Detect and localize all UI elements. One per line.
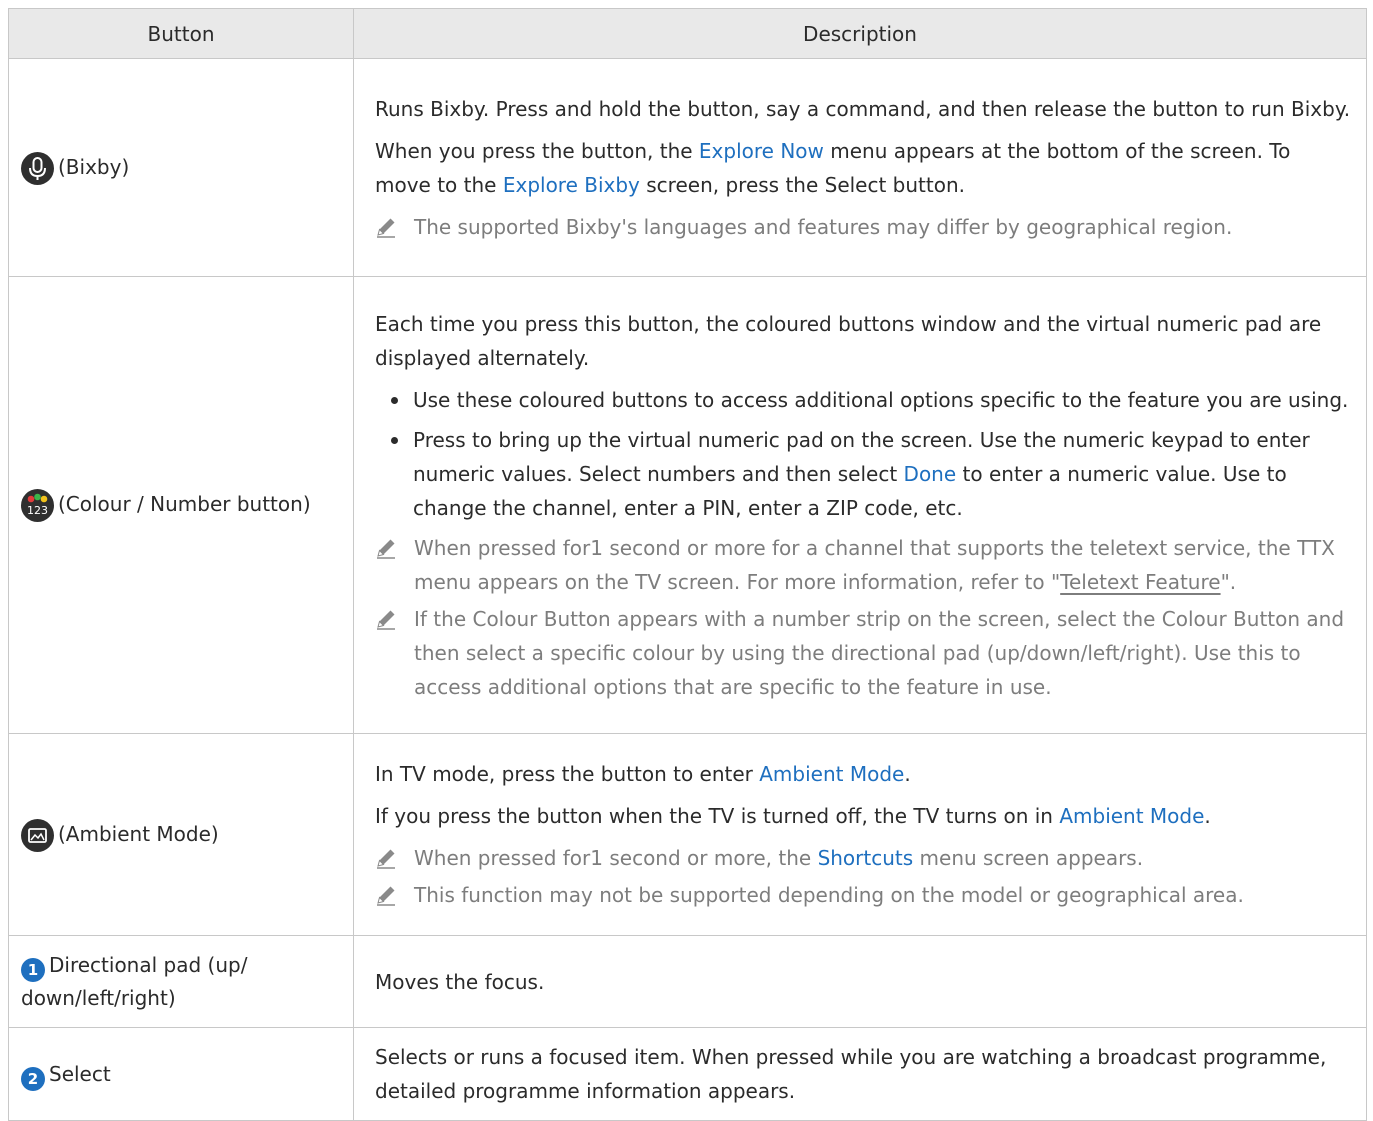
pencil-note-icon <box>377 886 395 906</box>
colour-bullet-list: Use these coloured buttons to access add… <box>375 383 1352 525</box>
select-description: Selects or runs a focused item. When pre… <box>375 1045 1327 1103</box>
table-row-bixby: (Bixby) Runs Bixby. Press and hold the b… <box>8 58 1367 277</box>
text-fragment: . <box>904 762 911 786</box>
text-fragment: ". <box>1220 569 1237 594</box>
ambient-note-2-text: This function may not be supported depen… <box>414 883 1244 907</box>
text-fragment: In TV mode, press the button to enter <box>375 762 760 786</box>
colour-number-icon-text: 123 <box>27 504 48 517</box>
description-cell-ambient-mode: In TV mode, press the button to enter Am… <box>353 733 1367 936</box>
number-badge-2: 2 <box>21 1066 45 1091</box>
description-cell-colour-number: Each time you press this button, the col… <box>353 276 1367 734</box>
remote-buttons-table: Button Description (Bixby) Runs Bixby. P… <box>8 8 1367 1121</box>
ambient-paragraph-1: In TV mode, press the button to enter Am… <box>375 757 1352 791</box>
ambient-mode-link[interactable]: Ambient Mode <box>1059 804 1204 828</box>
button-cell-ambient-mode: (Ambient Mode) <box>8 733 354 936</box>
colour-note-1: When pressed for1 second or more for a c… <box>375 531 1352 599</box>
pencil-note-icon <box>377 218 395 238</box>
teletext-feature-link[interactable]: Teletext Feature <box>1060 570 1220 594</box>
ambient-note-2: This function may not be supported depen… <box>375 878 1352 912</box>
pencil-note-icon <box>377 539 395 559</box>
description-cell-select: Selects or runs a focused item. When pre… <box>353 1027 1367 1121</box>
bixby-paragraph-1: Runs Bixby. Press and hold the button, s… <box>375 96 1351 121</box>
button-cell-directional-pad: 1 Directional pad (up/ down/left/right) <box>8 935 354 1028</box>
colour-paragraph-1: Each time you press this button, the col… <box>375 311 1322 370</box>
colour-note-2: If the Colour Button appears with a numb… <box>375 602 1352 704</box>
ambient-mode-icon <box>21 818 54 852</box>
directional-pad-description: Moves the focus. <box>375 969 545 994</box>
colour-note-2-text: If the Colour Button appears with a numb… <box>414 606 1345 699</box>
table-row-colour-number: 123 (Colour / Number button) Each time y… <box>8 276 1367 734</box>
text-fragment: . <box>1204 804 1211 828</box>
text-fragment: screen, press the Select button. <box>639 172 966 197</box>
ambient-mode-link[interactable]: Ambient Mode <box>759 762 904 786</box>
description-cell-bixby: Runs Bixby. Press and hold the button, s… <box>353 58 1367 277</box>
explore-now-link[interactable]: Explore Now <box>699 139 824 163</box>
button-label-select: Select <box>49 1061 111 1086</box>
button-label-bixby: (Bixby) <box>58 154 130 179</box>
text-fragment: menu screen appears. <box>913 846 1144 870</box>
list-item: Use these coloured buttons to access add… <box>391 383 1352 417</box>
number-badge-1: 1 <box>21 958 45 982</box>
explore-bixby-link[interactable]: Explore Bixby <box>503 173 640 197</box>
text-fragment: When you press the button, the <box>375 138 699 163</box>
bixby-note: The supported Bixby's languages and feat… <box>375 210 1352 244</box>
button-cell-select: 2 Select <box>8 1027 354 1121</box>
microphone-icon <box>21 151 54 185</box>
bixby-note-text: The supported Bixby's languages and feat… <box>414 214 1233 239</box>
table-row-select: 2 Select Selects or runs a focused item. … <box>8 1027 1367 1121</box>
table-header-row: Button Description <box>8 8 1367 59</box>
pencil-note-icon <box>377 849 395 869</box>
button-cell-colour-number: 123 (Colour / Number button) <box>8 276 354 734</box>
colour-number-icon: 123 <box>21 489 54 522</box>
bixby-paragraph-2: When you press the button, the Explore N… <box>375 134 1352 202</box>
button-cell-bixby: (Bixby) <box>8 58 354 277</box>
ambient-paragraph-2: If you press the button when the TV is t… <box>375 799 1352 833</box>
text-fragment: If you press the button when the TV is t… <box>375 804 1060 828</box>
header-description: Description <box>353 8 1367 59</box>
header-button: Button <box>8 8 354 59</box>
list-item: Press to bring up the virtual numeric pa… <box>391 423 1352 525</box>
table-row-directional-pad: 1 Directional pad (up/ down/left/right) M… <box>8 935 1367 1028</box>
text-fragment: When pressed for1 second or more, the <box>414 846 818 870</box>
button-label-directional-pad: Directional pad (up/ down/left/right) <box>21 953 248 1010</box>
table-row-ambient-mode: (Ambient Mode) In TV mode, press the but… <box>8 733 1367 936</box>
button-label-ambient-mode: (Ambient Mode) <box>58 821 219 846</box>
done-link[interactable]: Done <box>904 462 957 486</box>
shortcuts-link[interactable]: Shortcuts <box>818 846 914 870</box>
ambient-note-1: When pressed for1 second or more, the Sh… <box>375 841 1352 875</box>
pencil-note-icon <box>377 610 395 630</box>
button-label-colour-number: (Colour / Number button) <box>58 492 311 516</box>
description-cell-directional-pad: Moves the focus. <box>353 935 1367 1028</box>
